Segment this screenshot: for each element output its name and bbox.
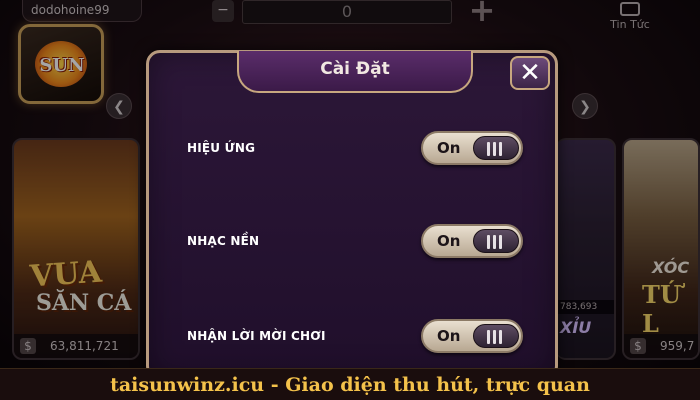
toggle-knob-icon — [473, 136, 519, 160]
settings-modal: Cài Đặt ✕ HIỆU ỨNG On NHẠC NỀN On NHẬN L… — [146, 50, 558, 380]
setting-label: HIỆU ỨNG — [187, 141, 256, 155]
setting-label: NHẬN LỜI MỜI CHƠI — [187, 329, 326, 343]
toggle-knob-icon — [473, 324, 519, 348]
toggle-state: On — [437, 232, 461, 250]
music-toggle[interactable]: On — [421, 224, 523, 258]
modal-header: Cài Đặt — [237, 51, 473, 93]
close-button[interactable]: ✕ — [510, 56, 550, 90]
setting-row-invites: NHẬN LỜI MỜI CHƠI On — [149, 317, 555, 357]
invites-toggle[interactable]: On — [421, 319, 523, 353]
footer-caption: taisunwinz.icu - Giao diện thu hút, trực… — [0, 368, 700, 400]
setting-row-effects: HIỆU ỨNG On — [149, 129, 555, 169]
setting-label: NHẠC NỀN — [187, 234, 260, 248]
setting-row-music: NHẠC NỀN On — [149, 222, 555, 262]
toggle-knob-icon — [473, 229, 519, 253]
toggle-state: On — [437, 327, 461, 345]
effects-toggle[interactable]: On — [421, 131, 523, 165]
toggle-state: On — [437, 139, 461, 157]
modal-title: Cài Đặt — [320, 59, 390, 79]
